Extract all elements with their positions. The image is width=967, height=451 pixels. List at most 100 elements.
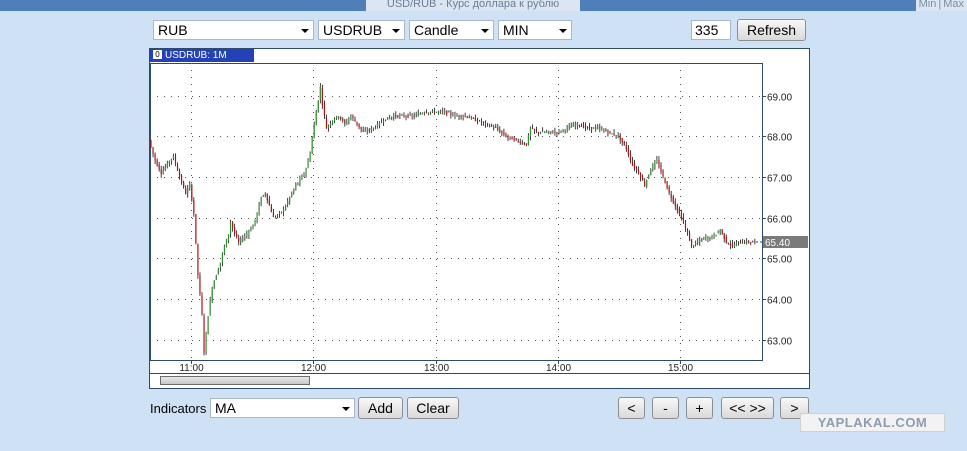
- candle-body: [380, 121, 383, 123]
- currency-select[interactable]: RUB: [153, 20, 314, 40]
- candle-body: [405, 116, 407, 118]
- bar-count-input[interactable]: 335: [691, 20, 731, 40]
- candle-body: [546, 131, 548, 133]
- candle-body: [739, 242, 742, 244]
- candle-body: [544, 132, 546, 134]
- candle-body: [725, 236, 727, 243]
- candle-body: [584, 125, 587, 128]
- candle-body: [207, 316, 209, 335]
- indicator-select[interactable]: MA: [210, 398, 355, 418]
- candle-body: [535, 130, 538, 132]
- candle-body: [586, 127, 589, 129]
- chart-style-select[interactable]: Candle: [409, 20, 494, 40]
- candle-body: [164, 166, 166, 170]
- candle-body: [411, 115, 413, 117]
- zoom-out-button[interactable]: -: [652, 397, 679, 419]
- scrollbar-thumb[interactable]: [160, 376, 310, 385]
- candle-body: [515, 138, 517, 140]
- clear-indicators-button[interactable]: Clear: [407, 397, 459, 419]
- candle-body: [280, 211, 283, 213]
- interval-select[interactable]: MIN: [498, 20, 572, 40]
- candle-body: [393, 115, 395, 118]
- candle-body: [578, 125, 580, 127]
- candle-body: [478, 120, 481, 122]
- candle-body: [550, 131, 552, 133]
- candle-body: [711, 235, 713, 239]
- candle-body: [723, 233, 725, 239]
- scroll-left-button[interactable]: <: [618, 397, 645, 419]
- candle-body: [399, 115, 401, 117]
- candle-body: [329, 123, 332, 126]
- candle-body: [193, 199, 195, 214]
- candle-body: [201, 295, 203, 315]
- symbol-select-value: USDRUB: [323, 22, 383, 38]
- candle-body: [246, 234, 248, 236]
- candle-body: [440, 110, 442, 112]
- interval-select-value: MIN: [503, 22, 529, 38]
- candle-body: [223, 245, 226, 254]
- candle-body: [313, 123, 315, 139]
- candle-body: [601, 129, 603, 131]
- candle-body: [372, 127, 374, 130]
- maximize-button[interactable]: Max: [942, 0, 965, 10]
- candle-body: [319, 86, 321, 100]
- candle-body: [733, 244, 736, 248]
- candle-body: [262, 195, 264, 197]
- candle-body: [664, 177, 666, 184]
- candle-body: [368, 129, 370, 131]
- candle-body: [248, 231, 250, 235]
- symbol-select[interactable]: USDRUB: [318, 20, 405, 40]
- candle-body: [448, 111, 450, 113]
- candle-body: [721, 229, 723, 234]
- candle-body: [460, 115, 462, 118]
- candle-body: [731, 243, 733, 246]
- candle-body: [629, 153, 631, 161]
- candle-body: [501, 130, 503, 133]
- candle-body: [580, 126, 583, 128]
- candle-body: [470, 117, 472, 119]
- candle-body: [374, 127, 376, 129]
- refresh-button[interactable]: Refresh: [737, 19, 806, 41]
- candle-body: [542, 131, 544, 133]
- candle-body: [660, 164, 662, 172]
- candle-body: [338, 116, 340, 119]
- candle-body: [170, 158, 172, 162]
- candle-body: [627, 148, 629, 155]
- candle-body: [484, 122, 487, 124]
- chart-scrollbar[interactable]: [150, 373, 809, 388]
- candle-body: [340, 116, 342, 120]
- candlestick-chart[interactable]: 63.00 64.00 65.00 66.00 67.00 68.00 69.00 11:00…: [150, 49, 809, 373]
- candle-body: [295, 184, 297, 189]
- candle-body: [336, 116, 338, 119]
- candle-body: [301, 176, 303, 180]
- window-controls: Min | Max: [915, 0, 967, 11]
- fit-all-button[interactable]: << >>: [721, 397, 774, 419]
- candle-body: [744, 241, 746, 243]
- candle-body: [503, 131, 505, 135]
- add-indicator-button[interactable]: Add: [358, 397, 403, 419]
- candle-body: [631, 160, 634, 165]
- candle-body: [221, 253, 223, 263]
- chevron-down-icon: [392, 29, 400, 33]
- candle-body: [662, 171, 664, 177]
- candle-body: [270, 205, 272, 213]
- candle-body: [525, 143, 527, 146]
- last-price-label: 65.40: [765, 238, 790, 249]
- candle-body: [654, 162, 656, 167]
- zoom-in-button[interactable]: +: [686, 397, 713, 419]
- candle-body: [568, 126, 570, 128]
- candle-body: [325, 117, 328, 129]
- minimize-button[interactable]: Min: [918, 0, 938, 10]
- candle-body: [609, 131, 611, 133]
- candle-body: [521, 142, 523, 144]
- title-bar: USD/RUB - Курс доллара к рублю Min | Max: [0, 0, 967, 11]
- candle-body: [684, 223, 687, 229]
- candle-body: [686, 229, 689, 234]
- candle-body: [729, 244, 731, 246]
- candle-body: [491, 124, 493, 127]
- candle-body: [317, 100, 319, 112]
- candle-body: [558, 130, 560, 132]
- candle-body: [644, 181, 646, 186]
- candle-body: [187, 188, 189, 194]
- candle-body: [260, 198, 262, 205]
